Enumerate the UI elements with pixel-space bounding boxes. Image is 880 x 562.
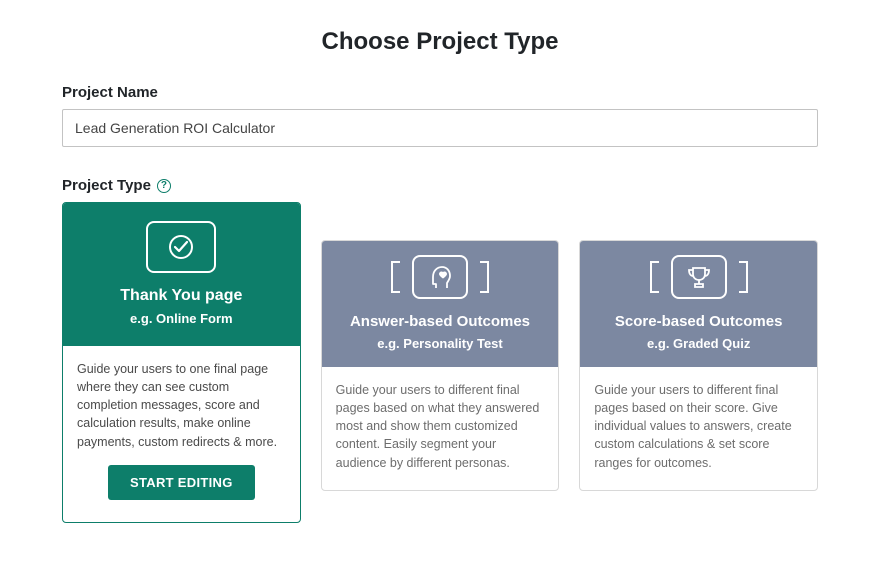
help-icon[interactable]: ?: [157, 179, 171, 193]
card-score-outcomes-header: Score-based Outcomes e.g. Graded Quiz: [580, 241, 817, 367]
card-score-outcomes-body: Guide your users to different final page…: [580, 367, 817, 490]
project-name-label: Project Name: [62, 84, 818, 101]
card-answer-outcomes-title: Answer-based Outcomes: [330, 313, 551, 330]
card-answer-outcomes-desc: Guide your users to different final page…: [336, 381, 545, 472]
card-thank-you-subtitle: e.g. Online Form: [71, 311, 292, 326]
card-score-outcomes-title: Score-based Outcomes: [588, 313, 809, 330]
page-title: Choose Project Type: [62, 28, 818, 56]
card-thank-you-desc: Guide your users to one final page where…: [77, 360, 286, 451]
card-thank-you-body: Guide your users to one final page where…: [63, 346, 300, 522]
card-answer-outcomes-body: Guide your users to different final page…: [322, 367, 559, 490]
card-thank-you[interactable]: Thank You page e.g. Online Form Guide yo…: [62, 202, 301, 523]
checkmark-icon: [146, 221, 216, 273]
project-name-label-text: Project Name: [62, 84, 158, 101]
bracket-left-icon: [647, 260, 663, 294]
card-answer-outcomes-header: Answer-based Outcomes e.g. Personality T…: [322, 241, 559, 367]
project-type-label-text: Project Type: [62, 177, 151, 194]
card-score-outcomes-desc: Guide your users to different final page…: [594, 381, 803, 472]
card-thank-you-title: Thank You page: [71, 287, 292, 305]
bracket-right-icon: [476, 260, 492, 294]
card-answer-outcomes-subtitle: e.g. Personality Test: [330, 336, 551, 351]
project-type-label: Project Type ?: [62, 177, 818, 194]
start-editing-button[interactable]: START EDITING: [108, 465, 255, 500]
head-heart-icon: [412, 255, 468, 299]
project-name-input[interactable]: [62, 109, 818, 147]
bracket-left-icon: [388, 260, 404, 294]
bracket-right-icon: [735, 260, 751, 294]
trophy-icon: [671, 255, 727, 299]
card-score-outcomes[interactable]: Score-based Outcomes e.g. Graded Quiz Gu…: [579, 240, 818, 491]
card-score-outcomes-subtitle: e.g. Graded Quiz: [588, 336, 809, 351]
card-thank-you-header: Thank You page e.g. Online Form: [63, 203, 300, 346]
card-answer-outcomes[interactable]: Answer-based Outcomes e.g. Personality T…: [321, 240, 560, 491]
